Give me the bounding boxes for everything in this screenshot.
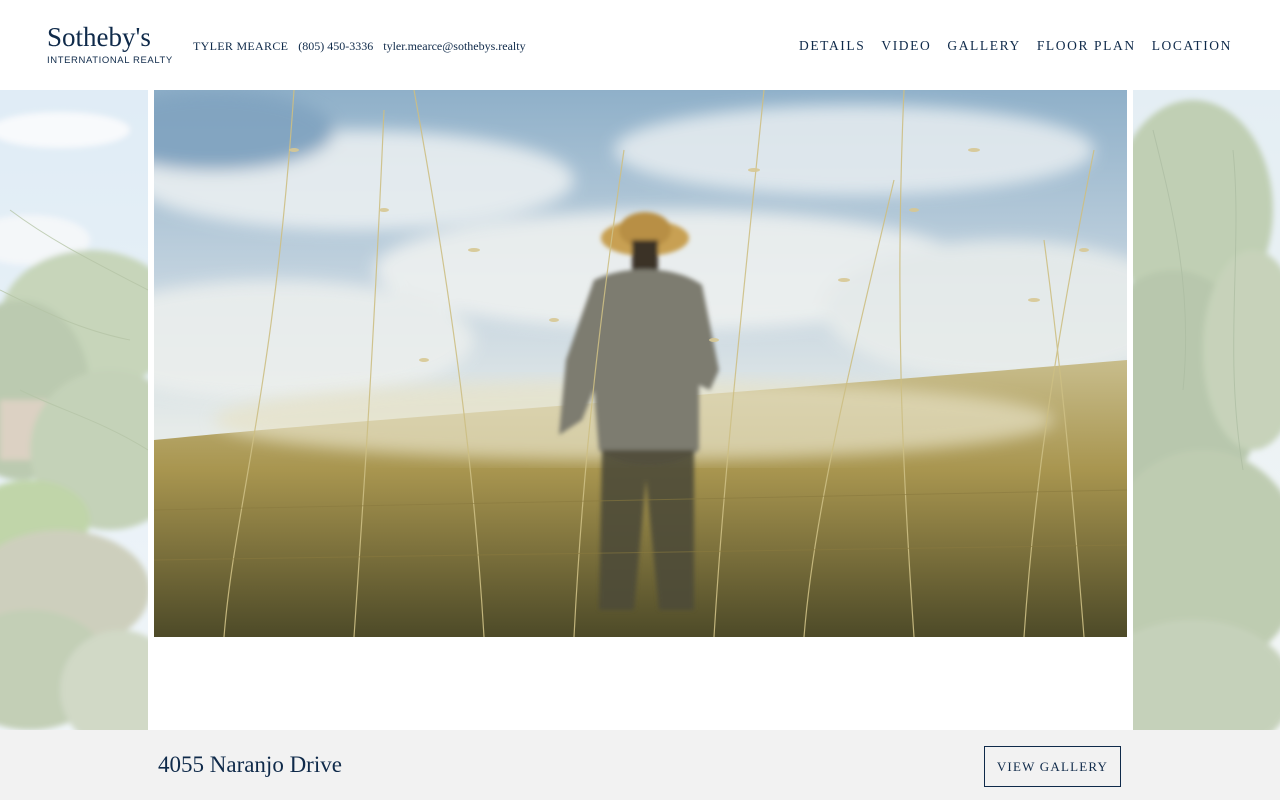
background-photo-right bbox=[1133, 90, 1280, 730]
main-nav: DETAILS VIDEO GALLERY FLOOR PLAN LOCATIO… bbox=[783, 36, 1232, 56]
nav-item-location[interactable]: LOCATION bbox=[1152, 38, 1232, 54]
background-photo-left bbox=[0, 90, 148, 730]
agent-phone-link[interactable]: (805) 450-3336 bbox=[298, 39, 373, 54]
agent-contact: TYLER MEARCE (805) 450-3336 tyler.mearce… bbox=[193, 38, 536, 54]
logo-wordmark: Sotheby's bbox=[47, 22, 151, 52]
nav-item-details[interactable]: DETAILS bbox=[799, 38, 865, 54]
agent-name: TYLER MEARCE bbox=[193, 38, 289, 53]
nav-item-floor-plan[interactable]: FLOOR PLAN bbox=[1037, 38, 1136, 54]
site-header: Sotheby's INTERNATIONAL REALTY TYLER MEA… bbox=[0, 0, 1280, 90]
hero-video[interactable] bbox=[154, 90, 1127, 637]
agent-email-link[interactable]: tyler.mearce@sothebys.realty bbox=[383, 39, 525, 54]
nav-item-video[interactable]: VIDEO bbox=[881, 38, 931, 54]
sothebys-logo[interactable]: Sotheby's INTERNATIONAL REALTY bbox=[47, 22, 173, 68]
video-frame-field bbox=[154, 90, 1127, 637]
property-address: 4055 Naranjo Drive bbox=[158, 752, 342, 777]
property-footer-bar: 4055 Naranjo Drive VIEW GALLERY bbox=[0, 730, 1280, 800]
view-gallery-button[interactable]: VIEW GALLERY bbox=[984, 746, 1121, 787]
nav-item-gallery[interactable]: GALLERY bbox=[947, 38, 1020, 54]
logo-subtitle: INTERNATIONAL REALTY bbox=[47, 55, 173, 66]
